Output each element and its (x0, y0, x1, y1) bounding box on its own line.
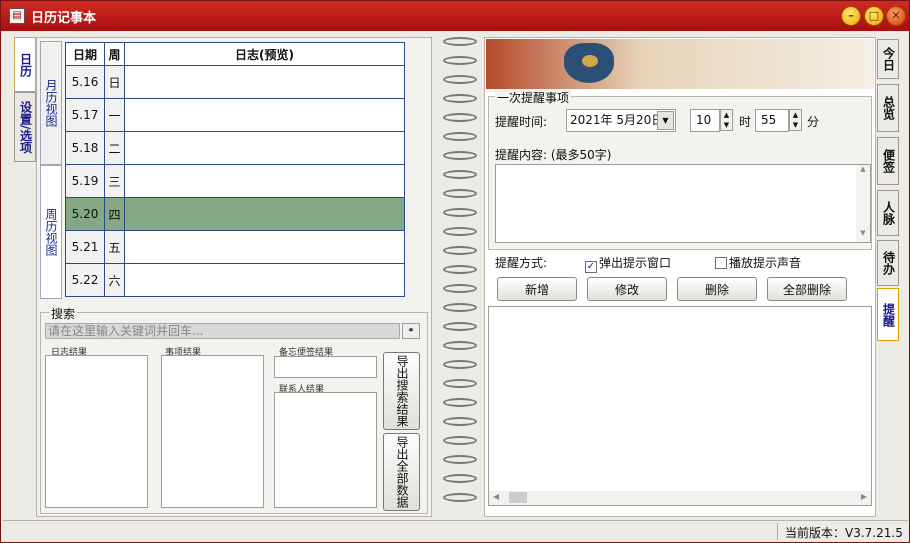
search-group: 搜索 请在这里输入关键词并回车... ⚭ 日志结果 事项结果 备忘便签结果 联系… (40, 305, 428, 514)
table-row[interactable]: 5.18 二 (65, 131, 405, 165)
row-weekday: 一 (104, 98, 125, 132)
reminder-section-title: 一次提醒事项 (495, 89, 572, 106)
minute-unit: 分 (807, 115, 820, 129)
status-bar: 当前版本：V3.7.21.5 (3, 520, 908, 542)
table-header: 日期 周 日志(预览) (65, 42, 405, 66)
reminder-panel: 一次提醒事项 提醒时间: 2021年 5月20日 ▼ 10 ▲ ▼ 时 55 ▲ ▼… (484, 37, 876, 517)
memo-results-list[interactable] (274, 356, 377, 378)
tab-calendar[interactable]: 日历 (14, 37, 36, 92)
minimize-button[interactable]: – (841, 6, 861, 26)
tab-settings[interactable]: 设置/选项 (14, 92, 36, 162)
play-sound-checkbox[interactable]: 播放提示声音 (715, 254, 801, 271)
dropdown-arrow-icon[interactable]: ▼ (657, 111, 674, 130)
row-date: 5.17 (65, 98, 105, 132)
week-table: 日期 周 日志(预览) 5.16 日 5.17 一 5.18 二 5.19 三 5.20… (65, 42, 405, 297)
header-date: 日期 (65, 42, 105, 66)
edit-button[interactable]: 修改 (587, 277, 667, 301)
minute-input[interactable]: 55 (755, 109, 789, 132)
binoculars-icon[interactable]: ⚭ (402, 323, 420, 339)
reminder-content-textarea[interactable]: ▲ ▼ (495, 164, 871, 243)
version-text: 当前版本：V3.7.21.5 (785, 526, 903, 540)
date-value: 2021年 5月20日 (570, 113, 664, 127)
row-log[interactable] (124, 263, 405, 297)
calendar-panel: 月历视图 周历视图 日期 周 日志(预览) 5.16 日 5.17 一 5.18 二 … (36, 37, 432, 517)
row-date: 5.20 (65, 197, 105, 231)
reminder-content-label: 提醒内容: (最多50字) (495, 148, 612, 162)
popup-window-checkbox[interactable]: ✓ 弹出提示窗口 (585, 254, 671, 273)
event-results-list[interactable] (161, 355, 264, 508)
row-weekday: 二 (104, 131, 125, 165)
hour-spinner[interactable]: ▲ ▼ (720, 109, 733, 131)
checkbox-checked-icon[interactable]: ✓ (585, 261, 597, 273)
row-weekday: 五 (104, 230, 125, 264)
search-title: 搜索 (49, 305, 78, 322)
table-row[interactable]: 5.21 五 (65, 230, 405, 264)
header-weekday: 周 (104, 42, 125, 66)
minute-spinner[interactable]: ▲ ▼ (789, 109, 802, 131)
row-weekday: 四 (104, 197, 125, 231)
app-window: ▤ 日历记事本 – □ ✕ 日历 设置/选项 月历视图 周历视图 日期 周 日志… (0, 0, 910, 543)
hour-unit: 时 (739, 115, 752, 129)
row-weekday: 三 (104, 164, 125, 198)
spiral-binding (433, 32, 488, 519)
row-log[interactable] (124, 65, 405, 99)
row-date: 5.18 (65, 131, 105, 165)
title-bar[interactable]: ▤ 日历记事本 – □ ✕ (1, 1, 909, 31)
hour-input[interactable]: 10 (690, 109, 720, 132)
tab-todo[interactable]: 待办 (877, 240, 899, 286)
client-area: 日历 设置/选项 月历视图 周历视图 日期 周 日志(预览) 5.16 日 5.1… (3, 32, 908, 519)
row-weekday: 日 (104, 65, 125, 99)
header-log: 日志(预览) (124, 42, 405, 66)
search-input[interactable]: 请在这里输入关键词并回车... (45, 323, 400, 339)
tab-today[interactable]: 今日 (877, 39, 899, 79)
delete-button[interactable]: 删除 (677, 277, 757, 301)
checkbox-unchecked-icon[interactable] (715, 257, 727, 269)
banner-image (486, 39, 874, 89)
sound-label: 播放提示声音 (729, 256, 802, 270)
one-time-reminder-group: 一次提醒事项 提醒时间: 2021年 5月20日 ▼ 10 ▲ ▼ 时 55 ▲ ▼… (488, 89, 872, 250)
tab-month-view[interactable]: 月历视图 (40, 41, 62, 165)
tab-memo[interactable]: 便签 (877, 137, 899, 185)
horizontal-scrollbar[interactable]: ◀ ▶ (489, 491, 871, 505)
table-row[interactable]: 5.22 六 (65, 263, 405, 297)
row-date: 5.19 (65, 164, 105, 198)
row-date: 5.16 (65, 65, 105, 99)
row-log[interactable] (124, 164, 405, 198)
app-icon: ▤ (9, 8, 25, 24)
row-log[interactable] (124, 131, 405, 165)
tab-week-view[interactable]: 周历视图 (40, 165, 62, 299)
popup-label: 弹出提示窗口 (599, 256, 672, 270)
reminder-method-label: 提醒方式: (495, 256, 548, 270)
table-row[interactable]: 5.16 日 (65, 65, 405, 99)
contact-results-list[interactable] (274, 392, 377, 508)
row-date: 5.22 (65, 263, 105, 297)
row-log[interactable] (124, 197, 405, 231)
tab-contacts[interactable]: 人脉 (877, 190, 899, 236)
row-weekday: 六 (104, 263, 125, 297)
row-log[interactable] (124, 230, 405, 264)
reminder-time-label: 提醒时间: (495, 115, 548, 129)
window-title: 日历记事本 (31, 10, 97, 26)
reminder-list[interactable]: ◀ ▶ (488, 306, 872, 506)
table-row[interactable]: 5.17 一 (65, 98, 405, 132)
table-row[interactable]: 5.19 三 (65, 164, 405, 198)
maximize-button[interactable]: □ (864, 6, 884, 26)
add-button[interactable]: 新增 (497, 277, 577, 301)
delete-all-button[interactable]: 全部删除 (767, 277, 847, 301)
export-search-results-button[interactable]: 导出搜索结果 (383, 352, 420, 430)
export-all-data-button[interactable]: 导出全部数据 (383, 433, 420, 511)
row-date: 5.21 (65, 230, 105, 264)
row-log[interactable] (124, 98, 405, 132)
table-row-selected[interactable]: 5.20 四 (65, 197, 405, 231)
close-button[interactable]: ✕ (886, 6, 906, 26)
tab-reminder[interactable]: 提醒 (877, 288, 899, 341)
scrollbar[interactable]: ▲ ▼ (856, 165, 870, 242)
log-results-list[interactable] (45, 355, 148, 508)
tab-overview[interactable]: 总览 (877, 84, 899, 132)
